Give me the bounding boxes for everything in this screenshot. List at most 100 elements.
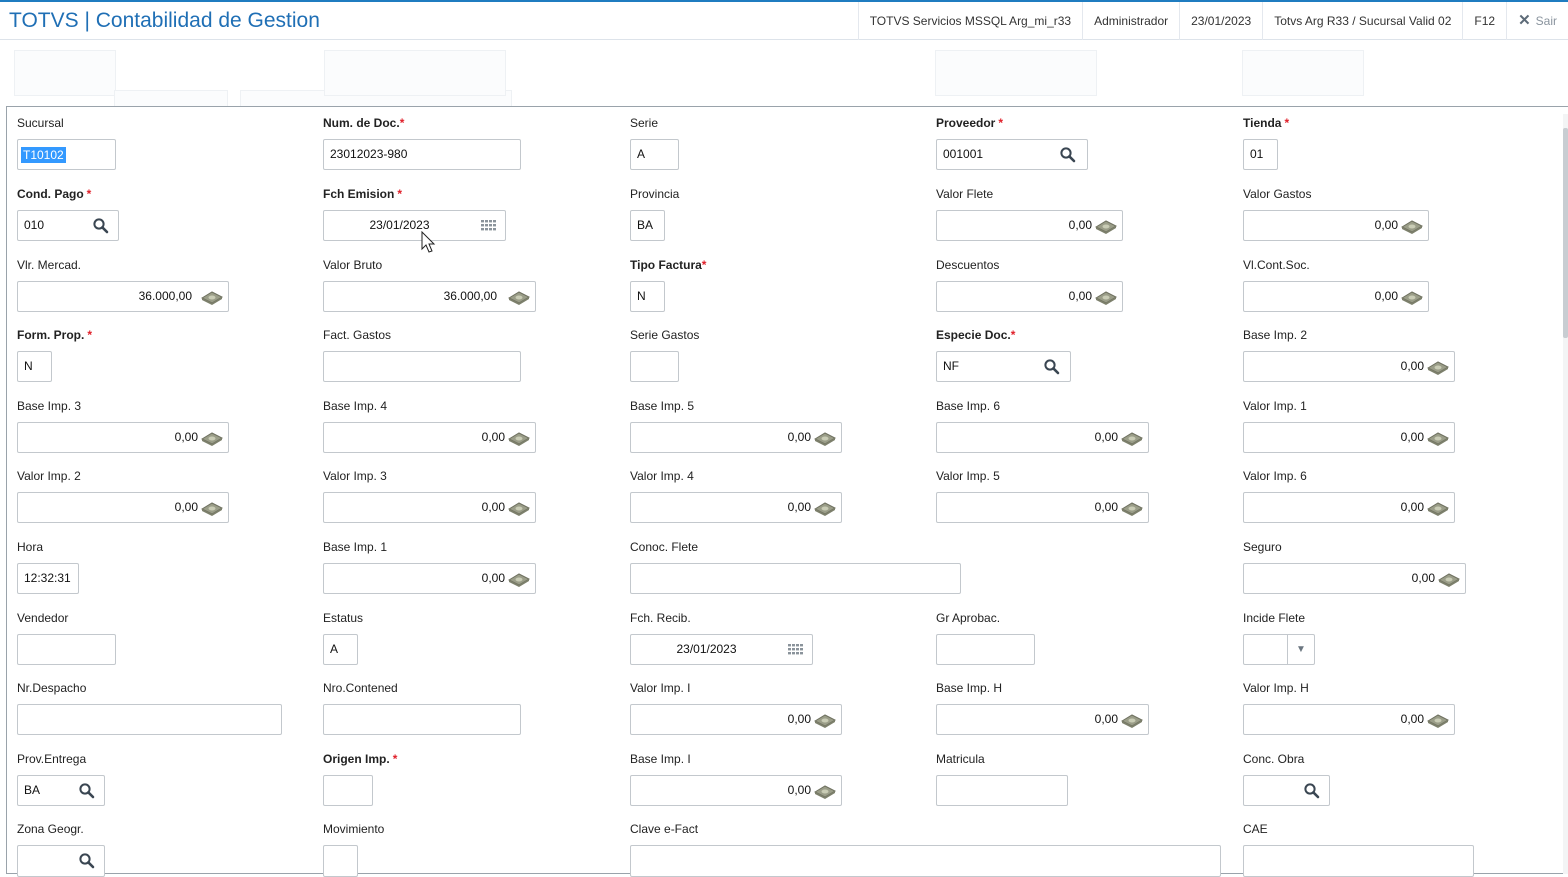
seguro-input[interactable]: 0,00	[1243, 563, 1466, 594]
conoc-flete-input[interactable]	[630, 563, 961, 594]
calculator-icon[interactable]	[1437, 570, 1461, 588]
field-zona-geogr: Zona Geogr.	[17, 821, 105, 877]
calculator-icon[interactable]	[813, 499, 837, 517]
base-imp-2-input[interactable]: 0,00	[1243, 351, 1455, 382]
exit-button[interactable]: ✕ Sair	[1506, 2, 1568, 40]
prov-entrega-input[interactable]: BA	[17, 775, 105, 806]
f12-button[interactable]: F12	[1462, 2, 1506, 40]
magnifier-icon[interactable]	[78, 782, 96, 800]
tipo-factura-input[interactable]: N	[630, 281, 665, 312]
fch-recib-input[interactable]: 23/01/2023	[630, 634, 813, 665]
fch-emision-input[interactable]: 23/01/2023	[323, 210, 506, 241]
calculator-icon[interactable]	[507, 288, 531, 306]
fact-gastos-input[interactable]	[323, 351, 521, 382]
base-imp-h-input[interactable]: 0,00	[936, 704, 1149, 735]
calculator-icon[interactable]	[1426, 429, 1450, 447]
valor-imp-4-input[interactable]: 0,00	[630, 492, 842, 523]
calculator-icon[interactable]	[1426, 499, 1450, 517]
calculator-icon[interactable]	[200, 499, 224, 517]
calculator-icon[interactable]	[1400, 217, 1424, 235]
field-base-imp-h: Base Imp. H 0,00	[936, 680, 1149, 735]
valor-imp-6-input[interactable]: 0,00	[1243, 492, 1455, 523]
base-imp-6-input[interactable]: 0,00	[936, 422, 1149, 453]
valor-imp-h-input[interactable]: 0,00	[1243, 704, 1455, 735]
clave-efact-input[interactable]	[630, 845, 1221, 877]
movimiento-input[interactable]	[323, 845, 358, 877]
base-imp-3-input[interactable]: 0,00	[17, 422, 229, 453]
descuentos-input[interactable]: 0,00	[936, 281, 1123, 312]
num-doc-input[interactable]: 23012023-980	[323, 139, 521, 170]
calculator-icon[interactable]	[813, 711, 837, 729]
origen-imp-input[interactable]	[323, 775, 373, 806]
calculator-icon[interactable]	[813, 429, 837, 447]
valor-gastos-input[interactable]: 0,00	[1243, 210, 1429, 241]
nro-contened-input[interactable]	[323, 704, 521, 735]
calculator-icon[interactable]	[507, 499, 531, 517]
base-imp-i-value: 0,00	[787, 783, 811, 797]
calculator-icon[interactable]	[1400, 288, 1424, 306]
calculator-icon[interactable]	[1426, 358, 1450, 376]
calculator-icon[interactable]	[1094, 288, 1118, 306]
conc-obra-input[interactable]	[1243, 775, 1330, 806]
gr-aprobac-input[interactable]	[936, 634, 1035, 665]
calculator-icon[interactable]	[1426, 711, 1450, 729]
field-base-imp-2: Base Imp. 2 0,00	[1243, 327, 1455, 382]
chevron-down-icon[interactable]: ▼	[1287, 635, 1314, 664]
calculator-icon[interactable]	[1120, 499, 1144, 517]
nr-despacho-input[interactable]	[17, 704, 282, 735]
estatus-input[interactable]: A	[323, 634, 358, 665]
vertical-scrollbar[interactable]	[1563, 114, 1568, 874]
proveedor-input[interactable]: 001001	[936, 139, 1088, 170]
magnifier-icon[interactable]	[1043, 358, 1061, 376]
cond-pago-input[interactable]: 010	[17, 210, 119, 241]
provincia-input[interactable]: BA	[630, 210, 665, 241]
scrollbar-thumb[interactable]	[1563, 128, 1568, 338]
matricula-input[interactable]	[936, 775, 1068, 806]
base-imp-5-input[interactable]: 0,00	[630, 422, 842, 453]
magnifier-icon[interactable]	[1059, 146, 1077, 164]
calculator-icon[interactable]	[1120, 711, 1144, 729]
field-fch-recib: Fch. Recib. 23/01/2023	[630, 610, 813, 665]
valor-imp-i-input[interactable]: 0,00	[630, 704, 842, 735]
cae-input[interactable]	[1243, 845, 1474, 877]
base-imp-i-input[interactable]: 0,00	[630, 775, 842, 806]
calculator-icon[interactable]	[1120, 429, 1144, 447]
calendar-icon[interactable]	[787, 641, 805, 659]
magnifier-icon[interactable]	[1303, 782, 1321, 800]
calculator-icon[interactable]	[507, 429, 531, 447]
calculator-icon[interactable]	[200, 288, 224, 306]
calculator-icon[interactable]	[200, 429, 224, 447]
sucursal-input[interactable]: T10102	[17, 139, 116, 170]
zona-geogr-input[interactable]	[17, 845, 105, 877]
valor-flete-input[interactable]: 0,00	[936, 210, 1123, 241]
prov-entrega-label: Prov.Entrega	[17, 752, 87, 766]
valor-imp-3-input[interactable]: 0,00	[323, 492, 536, 523]
magnifier-icon[interactable]	[92, 217, 110, 235]
vendedor-input[interactable]	[17, 634, 116, 665]
valor-imp-1-input[interactable]: 0,00	[1243, 422, 1455, 453]
movimiento-label: Movimiento	[323, 822, 385, 836]
hora-input[interactable]: 12:32:31	[17, 563, 79, 594]
especie-doc-input[interactable]: NF	[936, 351, 1071, 382]
base-imp-1-input[interactable]: 0,00	[323, 563, 536, 594]
vlr-mercad-input[interactable]: 36.000,00	[17, 281, 229, 312]
gr-aprobac-label: Gr Aprobac.	[936, 611, 1001, 625]
tienda-input[interactable]: 01	[1243, 139, 1278, 170]
calculator-icon[interactable]	[813, 782, 837, 800]
vl-cont-soc-value: 0,00	[1374, 289, 1398, 303]
serie-gastos-input[interactable]	[630, 351, 679, 382]
magnifier-icon[interactable]	[78, 852, 96, 870]
proveedor-value: 001001	[943, 147, 984, 161]
base-imp-4-input[interactable]: 0,00	[323, 422, 536, 453]
valor-imp-5-input[interactable]: 0,00	[936, 492, 1149, 523]
vl-cont-soc-input[interactable]: 0,00	[1243, 281, 1429, 312]
serie-input[interactable]: A	[630, 139, 679, 170]
calculator-icon[interactable]	[507, 570, 531, 588]
form-prop-input[interactable]: N	[17, 351, 52, 382]
valor-imp-2-input[interactable]: 0,00	[17, 492, 229, 523]
incide-flete-select[interactable]: ▼	[1243, 634, 1315, 665]
calculator-icon[interactable]	[1094, 217, 1118, 235]
calendar-icon[interactable]	[480, 217, 498, 235]
valor-bruto-input[interactable]: 36.000,00	[323, 281, 536, 312]
field-serie: Serie A	[630, 115, 679, 170]
